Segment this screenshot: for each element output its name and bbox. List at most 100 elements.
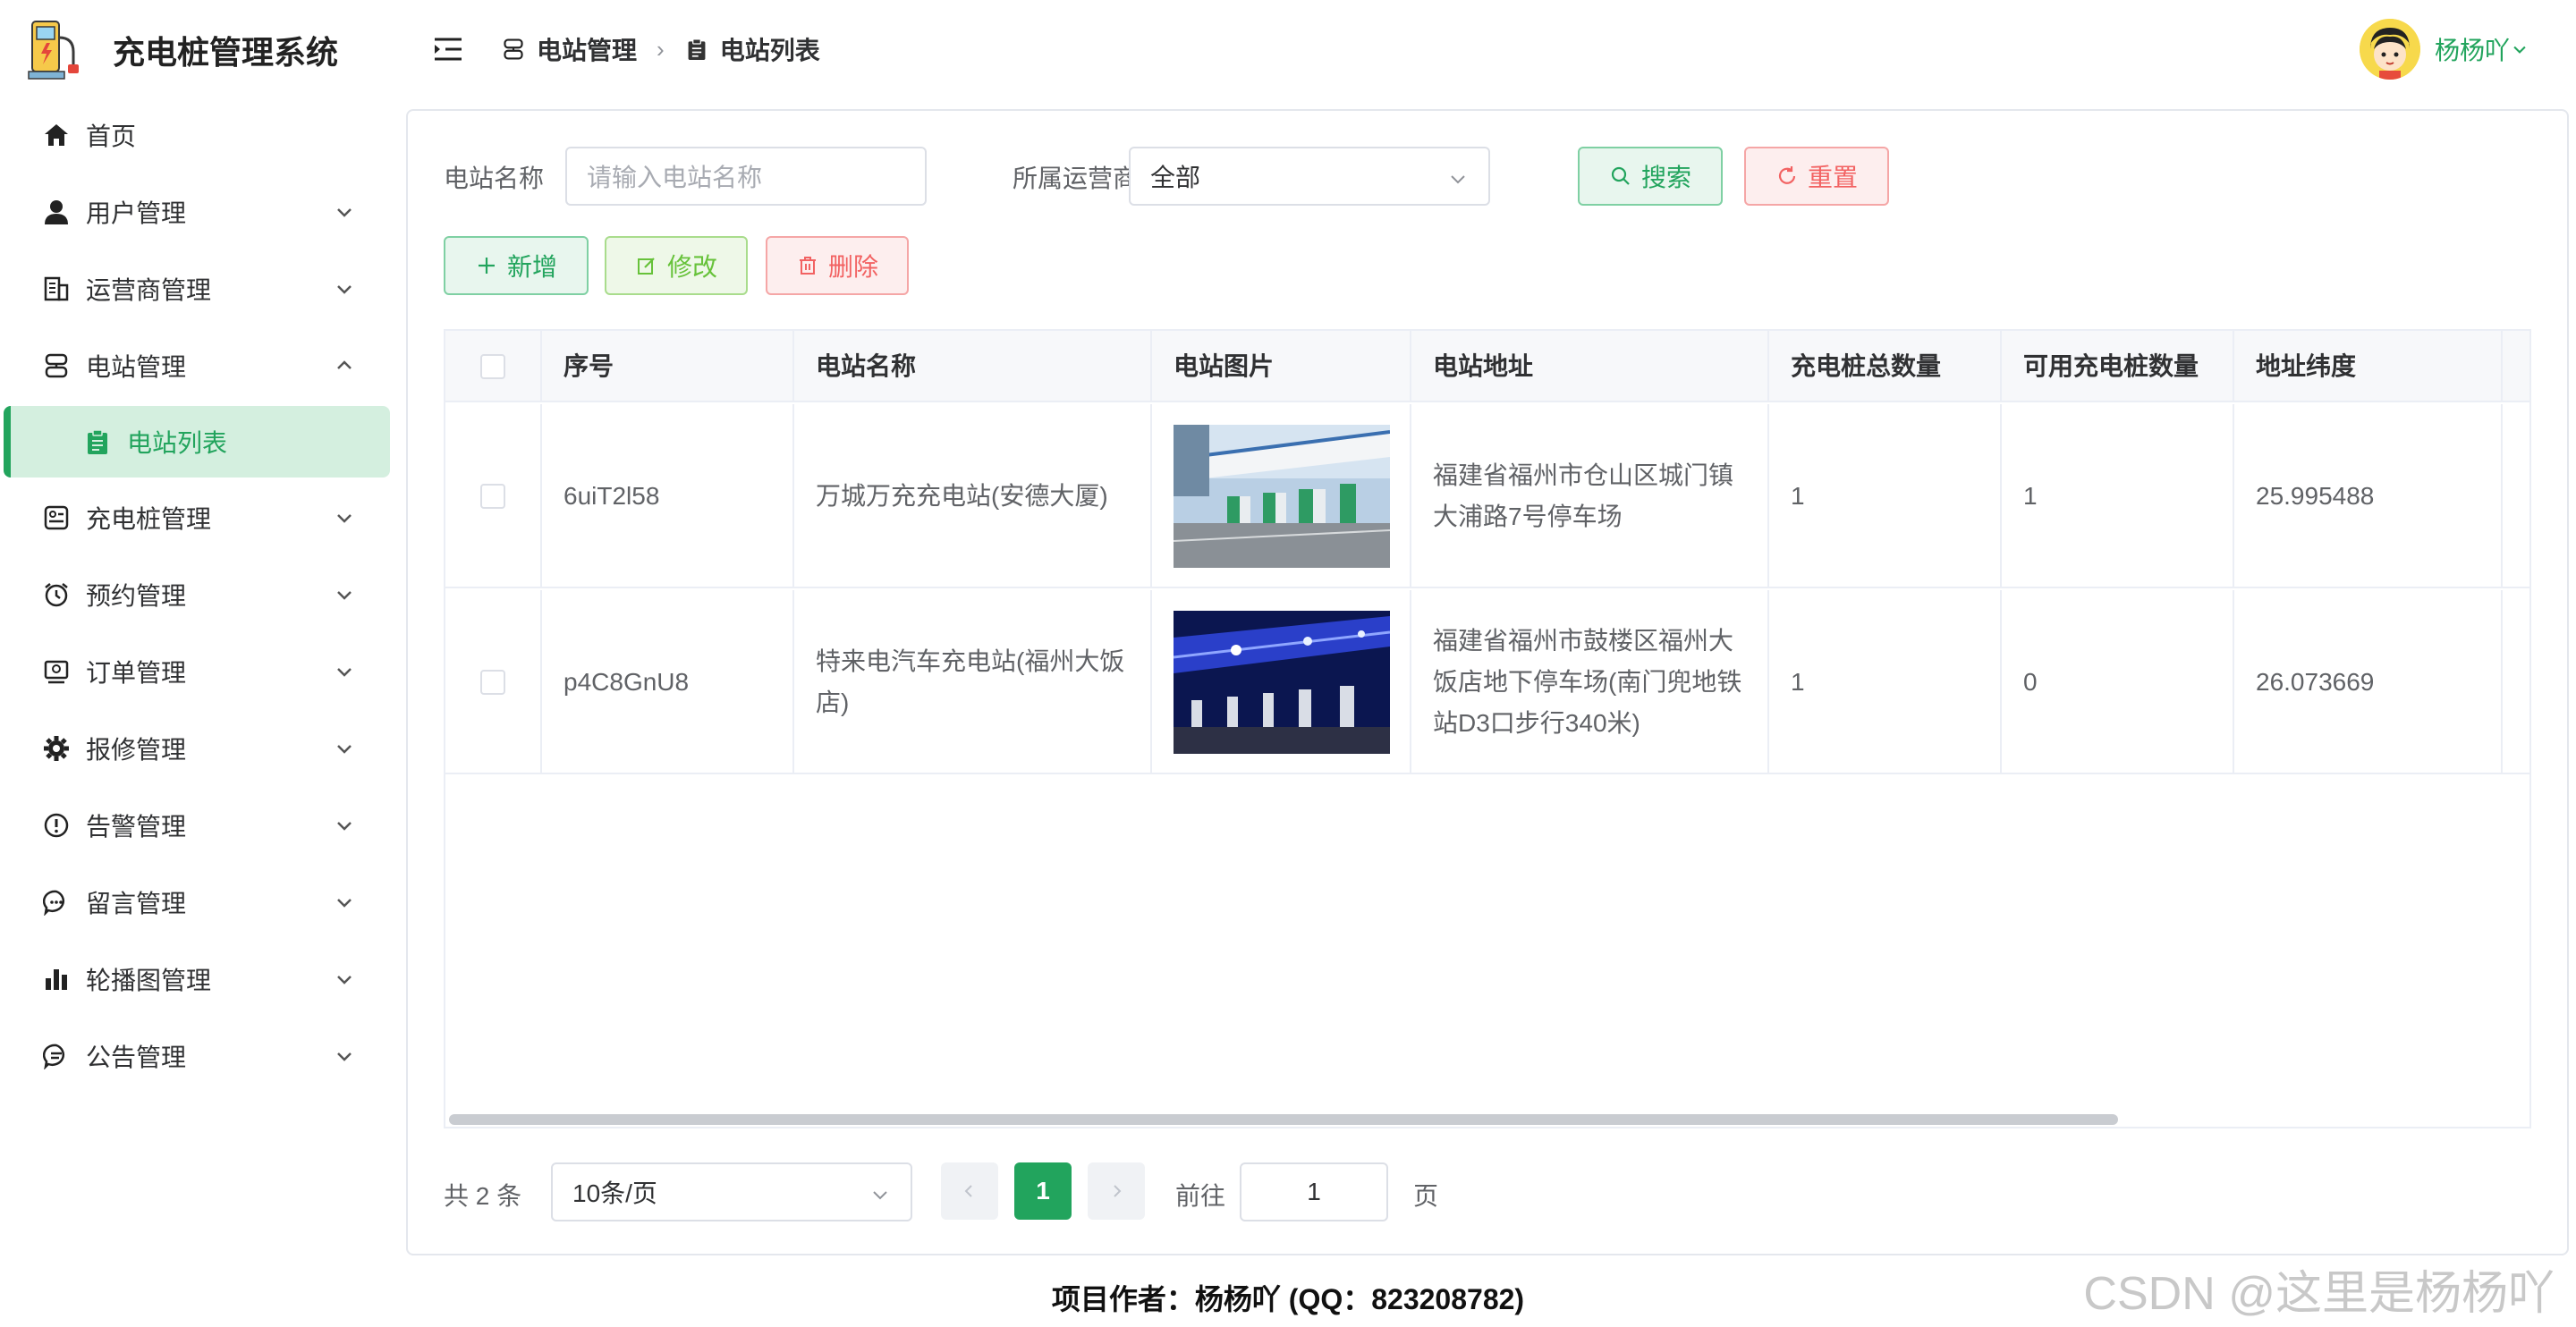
next-page-button[interactable]: [1088, 1162, 1145, 1220]
column-header-image[interactable]: 电站图片: [1152, 331, 1411, 402]
row-checkbox[interactable]: [480, 670, 505, 695]
sidebar-item-reservations[interactable]: 预约管理: [0, 556, 394, 633]
row-checkbox[interactable]: [480, 484, 505, 509]
operator-label: 所属运营商: [1013, 165, 1139, 192]
column-header-total[interactable]: 充电桩总数量: [1769, 331, 2002, 402]
clipboard-icon: [84, 428, 111, 455]
sidebar-item-carousel[interactable]: 轮播图管理: [0, 941, 394, 1018]
chevron-down-icon: [1451, 175, 1465, 184]
column-header-id[interactable]: 序号: [542, 331, 794, 402]
cell-address: 福建省福州市鼓楼区福州大饭店地下停车场(南门兜地铁站D3口步行340米): [1411, 590, 1769, 774]
table-header: 序号 电站名称 电站图片 电站地址 充电桩总数量 可用充电桩数量 地址纬度: [445, 331, 2529, 402]
delete-button[interactable]: 删除: [766, 236, 909, 295]
cell-available: 1: [2002, 404, 2234, 588]
chevron-down-icon: [337, 514, 352, 523]
alarm-clock-icon: [41, 579, 72, 610]
home-icon: [41, 120, 72, 150]
collapse-menu-icon[interactable]: [433, 36, 463, 63]
app-title: 充电桩管理系统: [113, 34, 339, 71]
station-photo[interactable]: [1174, 611, 1390, 754]
add-button[interactable]: 新增: [444, 236, 589, 295]
top-header: 电站管理 › 电站列表 杨杨吖: [394, 0, 2576, 100]
cell-latitude: 25.995488: [2234, 404, 2503, 588]
column-header-latitude[interactable]: 地址纬度: [2234, 331, 2503, 402]
page-size-select[interactable]: 10条/页: [551, 1162, 912, 1221]
sidebar-item-station-list[interactable]: 电站列表: [4, 406, 390, 478]
chevron-down-icon: [337, 899, 352, 908]
chevron-right-icon: [1114, 1185, 1122, 1197]
column-header-name[interactable]: 电站名称: [794, 331, 1152, 402]
station-name-input[interactable]: 请输入电站名称: [565, 147, 927, 206]
operator-select[interactable]: 全部: [1129, 147, 1490, 206]
edit-button[interactable]: 修改: [605, 236, 748, 295]
table-row[interactable]: p4C8GnU8 特来电汽车充电站(福州大饭店) 福建省福州市鼓楼区福州大饭店地…: [445, 590, 2529, 774]
sidebar-menu: 首页 用户管理 运营商管理 电站管理 电站列表 充电桩管理 预约管理 订单管理 …: [0, 97, 394, 1095]
column-header-address[interactable]: 电站地址: [1411, 331, 1769, 402]
chevron-down-icon: [873, 1191, 887, 1200]
page-number-current[interactable]: 1: [1014, 1162, 1072, 1220]
sidebar-item-orders[interactable]: 订单管理: [0, 633, 394, 710]
gear-icon: [41, 733, 72, 764]
chevron-down-icon: [337, 745, 352, 754]
cell-latitude: 26.073669: [2234, 590, 2503, 774]
table-horizontal-scrollbar[interactable]: [449, 1114, 2118, 1125]
charger-icon: [41, 503, 72, 533]
station-icon: [41, 351, 72, 381]
refresh-icon: [1775, 165, 1799, 188]
search-button[interactable]: 搜索: [1578, 147, 1723, 206]
cell-address: 福建省福州市仓山区城门镇大浦路7号停车场: [1411, 404, 1769, 588]
breadcrumb-item[interactable]: 电站管理: [537, 31, 637, 67]
sidebar-item-chargers[interactable]: 充电桩管理: [0, 479, 394, 556]
edit-icon: [635, 254, 658, 277]
user-icon: [41, 197, 72, 227]
sidebar-item-alarms[interactable]: 告警管理: [0, 787, 394, 864]
cell-total: 1: [1769, 404, 2002, 588]
cell-name: 万城万充充电站(安德大厦): [794, 404, 1152, 588]
clipboard-icon: [684, 37, 709, 62]
select-all-cell: [445, 331, 542, 402]
sidebar-item-stations[interactable]: 电站管理: [0, 327, 394, 404]
cell-name: 特来电汽车充电站(福州大饭店): [794, 590, 1152, 774]
column-header-available[interactable]: 可用充电桩数量: [2002, 331, 2234, 402]
chevron-down-icon: [337, 208, 352, 217]
trash-icon: [796, 254, 819, 277]
station-photo[interactable]: [1174, 425, 1390, 568]
sidebar-item-users[interactable]: 用户管理: [0, 173, 394, 250]
plus-icon: [475, 254, 498, 277]
chevron-down-icon: [337, 668, 352, 677]
sidebar: 充电桩管理系统 首页 用户管理 运营商管理 电站管理 电站列表 充电桩管理 预约…: [0, 0, 394, 1327]
sidebar-item-messages[interactable]: 留言管理: [0, 864, 394, 941]
sidebar-item-notices[interactable]: 公告管理: [0, 1018, 394, 1095]
breadcrumb-current: 电站列表: [719, 37, 820, 64]
cell-image: [1152, 590, 1411, 774]
cell-id: p4C8GnU8: [542, 590, 794, 774]
station-table: 序号 电站名称 电站图片 电站地址 充电桩总数量 可用充电桩数量 地址纬度 6u…: [444, 329, 2531, 1128]
prev-page-button[interactable]: [941, 1162, 998, 1220]
sidebar-item-repairs[interactable]: 报修管理: [0, 710, 394, 787]
bar-chart-icon: [41, 964, 72, 994]
goto-page-input[interactable]: 1: [1240, 1162, 1388, 1221]
avatar: [2359, 19, 2420, 80]
user-name: 杨杨吖: [2434, 37, 2510, 64]
order-icon: [41, 656, 72, 687]
sidebar-item-home[interactable]: 首页: [0, 97, 394, 173]
cell-total: 1: [1769, 590, 2002, 774]
chevron-down-icon: [337, 591, 352, 600]
row-select-cell: [445, 590, 542, 774]
sidebar-item-operators[interactable]: 运营商管理: [0, 250, 394, 327]
reset-button[interactable]: 重置: [1744, 147, 1889, 206]
user-menu[interactable]: 杨杨吖: [2359, 16, 2529, 82]
chevron-left-icon: [964, 1185, 972, 1197]
select-all-checkbox[interactable]: [480, 354, 505, 379]
breadcrumb-separator-icon: ›: [657, 35, 665, 63]
station-name-label: 电站名称: [444, 165, 545, 192]
station-icon: [501, 37, 526, 62]
chevron-down-icon: [337, 285, 352, 294]
row-select-cell: [445, 404, 542, 588]
chevron-up-icon: [337, 360, 352, 369]
pagination-total: 共 2 条: [444, 1182, 522, 1210]
table-row[interactable]: 6uiT2l58 万城万充充电站(安德大厦) 福建省福州市仓山区城门镇大浦路7号…: [445, 404, 2529, 588]
charging-station-logo-icon: [27, 16, 84, 84]
goto-label: 前往: [1175, 1182, 1226, 1210]
search-form: 电站名称 请输入电站名称 所属运营商 全部 搜索 重置: [444, 147, 2501, 206]
